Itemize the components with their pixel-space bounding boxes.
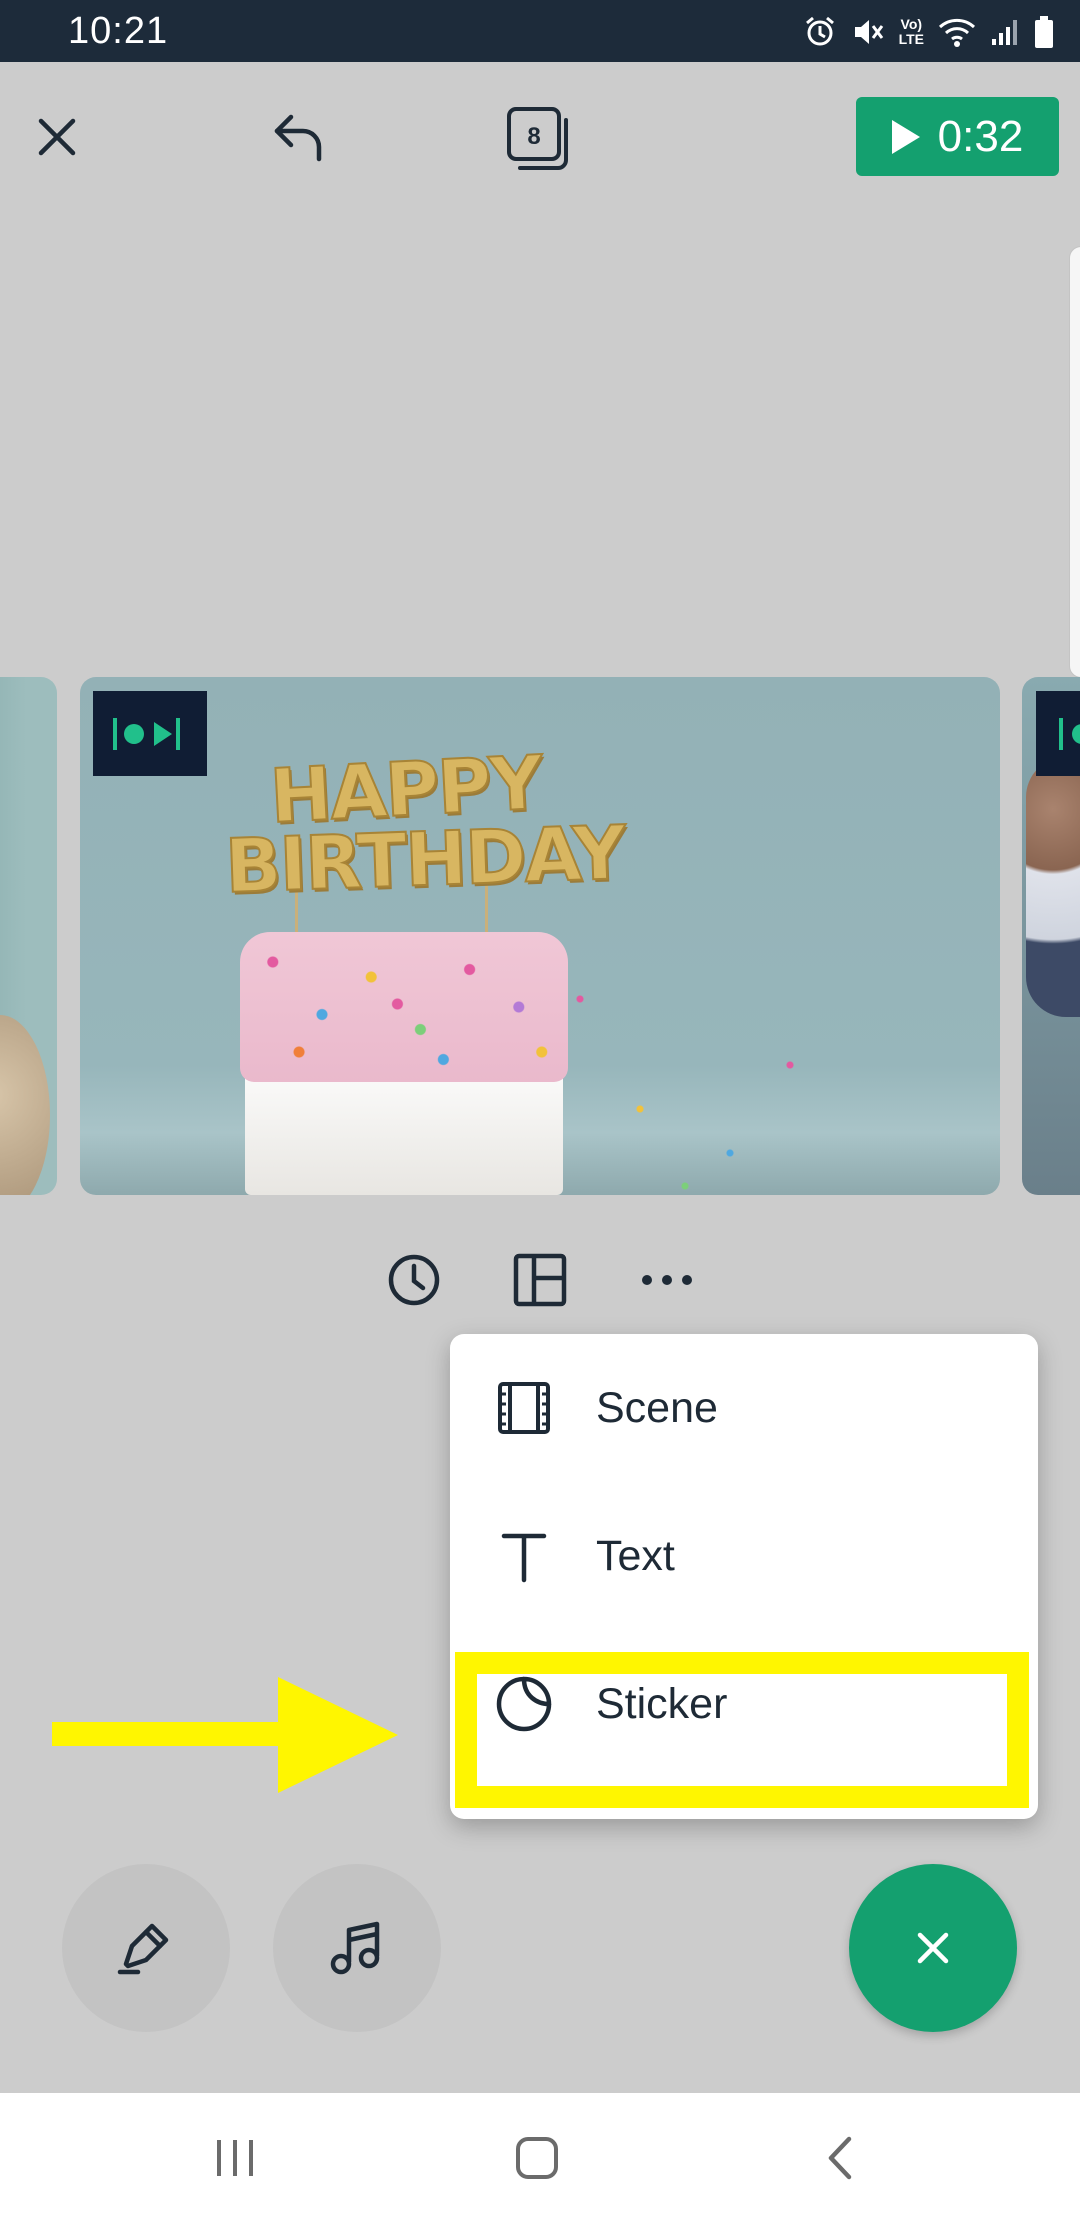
text-icon (492, 1524, 556, 1588)
close-icon (38, 118, 76, 156)
clip-transition-badge-next[interactable] (1036, 691, 1080, 776)
mute-icon (854, 20, 883, 44)
photo-caption-birthday: BIRTHDAY (223, 809, 627, 911)
menu-item-label: Text (596, 1531, 675, 1580)
clip-thumbnail-previous[interactable] (0, 677, 57, 1195)
menu-item-label: Scene (596, 1383, 718, 1432)
transition-icon (1059, 717, 1080, 750)
home-icon (516, 2137, 558, 2179)
transition-icon (113, 717, 180, 750)
play-preview-button[interactable]: 0:32 (856, 97, 1059, 176)
nav-back-button[interactable] (805, 2125, 875, 2191)
clip-layout-button[interactable] (505, 1245, 575, 1315)
scenes-icon: 8 (507, 107, 568, 170)
play-icon (891, 119, 920, 154)
pen-icon (117, 1923, 169, 1975)
clip-duration-button[interactable] (379, 1245, 449, 1315)
recents-icon (217, 2140, 253, 2176)
sticker-highlight-box (455, 1652, 1029, 1808)
status-bar: 10:21 Vo) LTE (0, 0, 1080, 62)
more-icon (642, 1275, 692, 1285)
add-menu-close-button[interactable] (849, 1864, 1017, 2032)
clip-more-button[interactable] (632, 1245, 702, 1315)
highlight-arrow-icon (52, 1677, 398, 1793)
draw-button[interactable] (62, 1864, 230, 2032)
music-icon (330, 1921, 380, 1975)
close-button[interactable] (22, 102, 92, 172)
clock-icon (388, 1254, 440, 1306)
layout-icon (513, 1253, 567, 1307)
nav-home-button[interactable] (502, 2125, 572, 2191)
status-icons: Vo) LTE (803, 10, 1054, 54)
music-button[interactable] (273, 1864, 441, 2032)
menu-item-scene[interactable]: Scene (450, 1334, 1038, 1482)
wifi-icon (938, 18, 976, 47)
clip-thumbnail-next[interactable] (1022, 677, 1080, 1195)
signal-icon (992, 20, 1017, 45)
side-panel-edge[interactable] (1069, 246, 1080, 678)
scenes-button[interactable]: 8 (500, 100, 578, 178)
alarm-icon (805, 16, 834, 46)
volte-icon: Vo) LTE (898, 16, 924, 47)
play-duration: 0:32 (937, 111, 1024, 161)
scenes-count: 8 (527, 123, 540, 150)
clip-transition-badge[interactable] (93, 691, 207, 776)
undo-button[interactable] (262, 100, 336, 174)
status-time: 10:21 (68, 10, 169, 52)
close-icon (917, 1932, 949, 1964)
undo-icon (274, 114, 322, 162)
battery-icon (1035, 16, 1053, 48)
menu-item-text[interactable]: Text (450, 1482, 1038, 1630)
back-icon (828, 2136, 852, 2180)
nav-recents-button[interactable] (200, 2125, 270, 2191)
clip-thumbnail-selected[interactable]: HAPPY BIRTHDAY (80, 677, 1000, 1195)
film-icon (492, 1376, 556, 1440)
